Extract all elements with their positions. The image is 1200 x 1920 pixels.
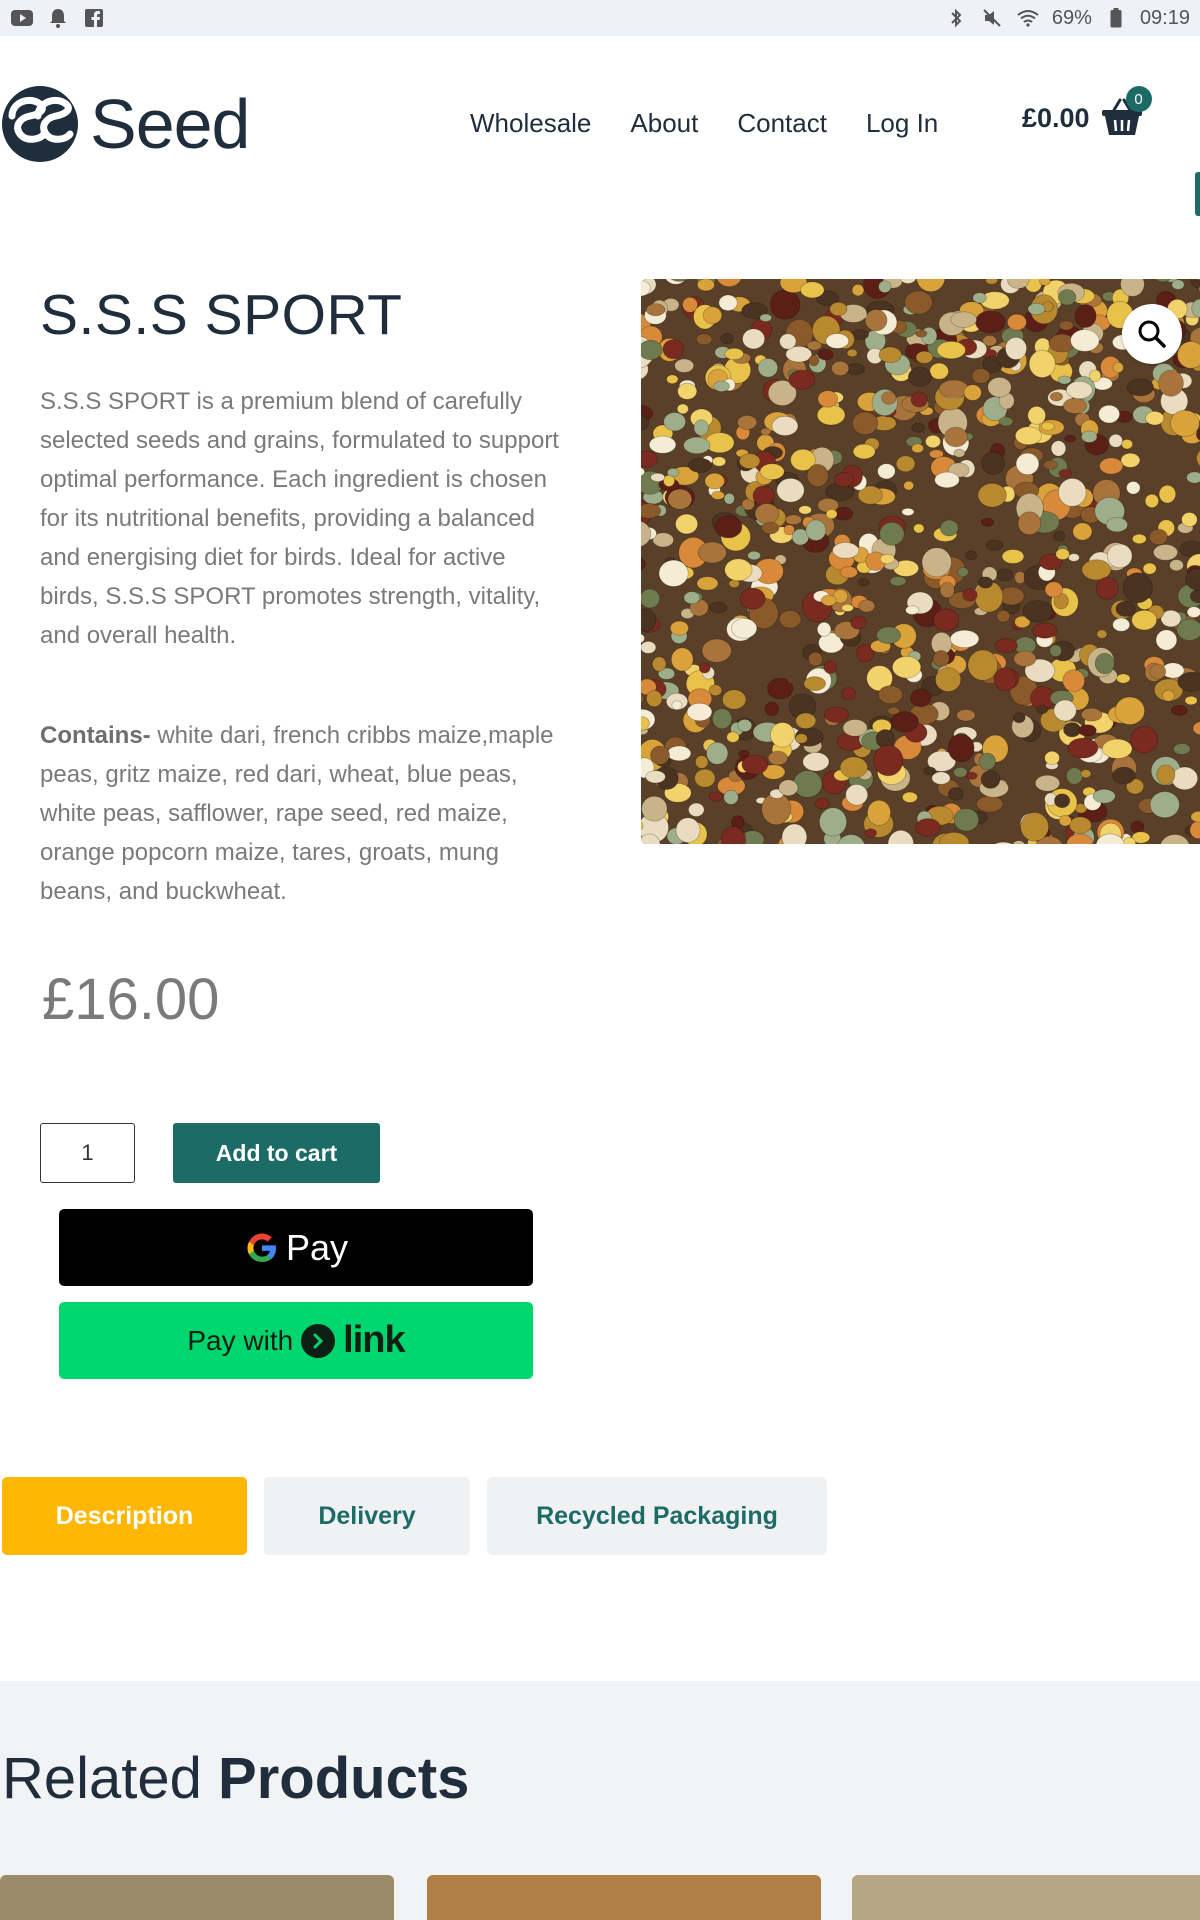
cart-total: £0.00 (1022, 102, 1090, 133)
nav-link-log-in[interactable]: Log In (866, 108, 938, 139)
site-logo[interactable]: Seed (0, 80, 250, 168)
mute-icon (980, 8, 1004, 28)
ingredients-label: Contains- (40, 722, 151, 749)
nav-link-about[interactable]: About (630, 108, 698, 139)
add-to-cart-button[interactable]: Add to cart (173, 1123, 380, 1183)
quantity-input[interactable] (40, 1123, 135, 1183)
product-ingredients: Contains- white dari, french cribbs maiz… (40, 716, 560, 911)
status-bar-right: 69% 09:19 (944, 7, 1190, 30)
pay-with-link-button[interactable]: Pay with link (59, 1302, 533, 1379)
nav-link-wholesale[interactable]: Wholesale (470, 108, 591, 139)
wifi-icon (1016, 8, 1040, 28)
product-image[interactable] (641, 279, 1200, 844)
related-product-card[interactable] (852, 1875, 1200, 1920)
basket-icon[interactable]: 0 (1100, 86, 1152, 138)
zoom-button[interactable] (1122, 304, 1182, 364)
cart-count-badge: 0 (1125, 86, 1152, 112)
battery-percent: 69% (1051, 6, 1092, 29)
related-title-light: Related (2, 1746, 202, 1811)
magnifier-icon (1138, 320, 1166, 348)
link-brand: link (343, 1319, 405, 1361)
youtube-icon (10, 8, 34, 28)
tab-description[interactable]: Description (2, 1477, 247, 1555)
sss-logo-icon (2, 86, 78, 162)
google-pay-button[interactable]: Pay (59, 1209, 533, 1286)
clock: 09:19 (1139, 6, 1190, 29)
battery-icon (1104, 8, 1128, 28)
product-description: S.S.S SPORT is a premium blend of carefu… (40, 388, 559, 649)
related-product-card[interactable] (427, 1875, 821, 1920)
side-edge-tab[interactable] (1195, 172, 1200, 216)
facebook-icon (82, 8, 106, 28)
notification-bell-icon (46, 8, 70, 28)
mini-cart[interactable]: £0.00 0 (1022, 86, 1152, 138)
product-title: S.S.S SPORT (40, 283, 403, 347)
site-header: Seed Wholesale About Contact Log In £0.0… (0, 36, 1200, 216)
product-price: £16.00 (42, 967, 220, 1032)
link-arrow-icon (301, 1323, 336, 1358)
seed-mix-photo (641, 279, 1200, 844)
google-pay-label: Pay (285, 1226, 349, 1268)
status-bar-left (10, 8, 106, 28)
tab-delivery[interactable]: Delivery (264, 1477, 470, 1555)
related-products-title: Related Products (2, 1745, 469, 1812)
logo-text: Seed (90, 85, 250, 163)
related-product-card[interactable] (0, 1875, 394, 1920)
related-title-bold: Products (218, 1746, 470, 1811)
main-nav: Wholesale About Contact Log In (470, 108, 938, 139)
product-tabs: Description Delivery Recycled Packaging (2, 1477, 827, 1555)
google-g-icon (247, 1233, 276, 1262)
pay-with-label: Pay with (187, 1324, 294, 1356)
status-bar: 69% 09:19 (0, 0, 1200, 36)
tab-recycled-packaging[interactable]: Recycled Packaging (487, 1477, 827, 1555)
related-products-section: Related Products (0, 1681, 1200, 1920)
ingredients-text: white dari, french cribbs maize,maple pe… (40, 722, 554, 905)
nav-link-contact[interactable]: Contact (737, 108, 827, 139)
bluetooth-icon (944, 8, 968, 28)
